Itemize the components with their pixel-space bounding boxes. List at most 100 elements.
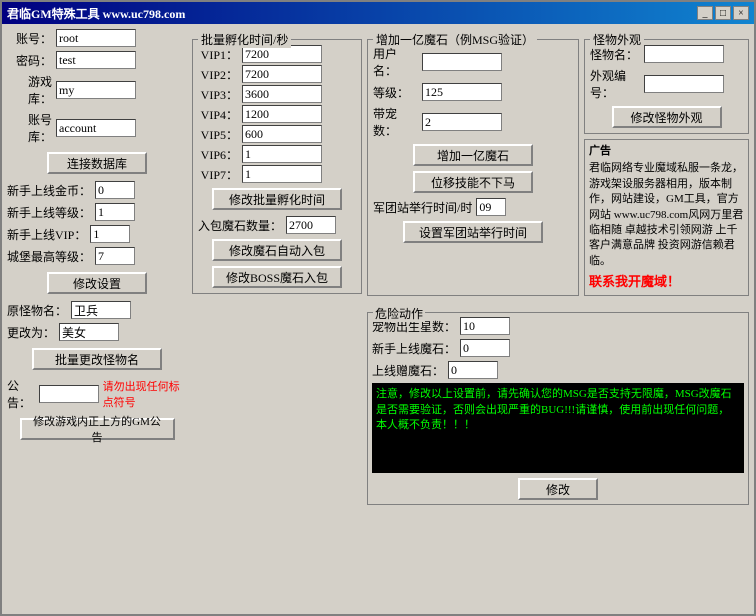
appearance-row: 外观编号： bbox=[590, 67, 743, 101]
monster-section: 怪物外观 怪物名： 外观编号： 修改怪物外观 bbox=[584, 39, 749, 134]
ad-link: 联系我开魔域！ bbox=[589, 273, 744, 291]
new-vip-row: 新手上线VIP： bbox=[7, 225, 187, 243]
magic-count-label: 入包魔石数量： bbox=[198, 217, 282, 234]
magic-count-input[interactable] bbox=[286, 216, 336, 234]
modify-magic-auto-button[interactable]: 修改魔石自动入包 bbox=[212, 239, 342, 261]
danger-section: 危险动作 宠物出生星数： 新手上线魔石： 上线赠魔石： 注意，修改以上设 bbox=[367, 312, 749, 505]
vip-5-label: VIP5： bbox=[198, 126, 238, 143]
title-bar: 君临GM特殊工具 www.uc798.com _ □ × bbox=[2, 2, 754, 24]
army-time-input[interactable] bbox=[476, 198, 506, 216]
new-level-input[interactable] bbox=[95, 203, 135, 221]
password-label: 密码： bbox=[7, 52, 52, 69]
announce-input[interactable] bbox=[39, 385, 99, 403]
vip-3-input[interactable] bbox=[242, 85, 322, 103]
accountdb-label: 账号库： bbox=[7, 111, 52, 145]
vip-row-3: VIP3： bbox=[198, 85, 356, 103]
new-magic-label: 新手上线魔石： bbox=[372, 340, 456, 357]
magic-level-input[interactable] bbox=[422, 83, 502, 101]
vip-rows: VIP1： VIP2： VIP3： VIP4： VIP5： VIP6： VIP7… bbox=[198, 45, 356, 183]
new-level-row: 新手上线等级： bbox=[7, 203, 187, 221]
add-magic-button[interactable]: 增加一亿魔石 bbox=[413, 144, 533, 166]
orig-monster-label: 原怪物名： bbox=[7, 302, 67, 319]
connect-db-button[interactable]: 连接数据库 bbox=[47, 152, 147, 174]
new-magic-row: 新手上线魔石： bbox=[372, 339, 744, 357]
middle-panel: 批量孵化时间/秒 VIP1： VIP2： VIP3： VIP4： VIP5： V… bbox=[192, 29, 362, 609]
magic-username-label: 用户名： bbox=[373, 45, 418, 79]
bottom-area: 危险动作 宠物出生星数： 新手上线魔石： 上线赠魔石： 注意，修改以上设 bbox=[367, 304, 749, 505]
new-gold-label: 新手上线金币： bbox=[7, 182, 91, 199]
maximize-btn[interactable]: □ bbox=[715, 6, 731, 20]
modify-monster-appearance-button[interactable]: 修改怪物外观 bbox=[612, 106, 722, 128]
army-time-label: 军团站举行时间/时 bbox=[373, 199, 472, 216]
magic-section-title: 增加一亿魔石（例MSG验证） bbox=[373, 31, 537, 48]
max-level-row: 城堡最高等级： bbox=[7, 247, 187, 265]
batch-change-btn[interactable]: 批量更改怪物名 bbox=[32, 348, 162, 370]
appearance-label: 外观编号： bbox=[590, 67, 640, 101]
left-panel: 账号： 密码： 游戏库： 账号库： 连接数据库 新手上线金币： bbox=[7, 29, 187, 609]
online-gift-row: 上线赠魔石： bbox=[372, 361, 744, 379]
new-vip-input[interactable] bbox=[90, 225, 130, 243]
danger-modify-button[interactable]: 修改 bbox=[518, 478, 598, 500]
vip-row-4: VIP4： bbox=[198, 105, 356, 123]
batch-hatch-title: 批量孵化时间/秒 bbox=[198, 31, 291, 48]
right-panels: 增加一亿魔石（例MSG验证） 用户名： 等级： 带宠数： 增加一亿魔石 bbox=[367, 29, 749, 609]
modify-announce-button[interactable]: 修改游戏内正上方的GM公告 bbox=[20, 418, 175, 440]
modify-setting-button[interactable]: 修改设置 bbox=[47, 272, 147, 294]
password-input[interactable] bbox=[56, 51, 136, 69]
gamedb-row: 游戏库： bbox=[7, 73, 187, 107]
online-gift-input[interactable] bbox=[448, 361, 498, 379]
new-level-label: 新手上线等级： bbox=[7, 204, 91, 221]
magic-pet-label: 带宠数： bbox=[373, 105, 418, 139]
orig-monster-row: 原怪物名： bbox=[7, 301, 187, 319]
close-btn[interactable]: × bbox=[733, 6, 749, 20]
accountdb-input[interactable] bbox=[56, 119, 136, 137]
vip-row-5: VIP5： bbox=[198, 125, 356, 143]
magic-username-row: 用户名： bbox=[373, 45, 573, 79]
new-magic-input[interactable] bbox=[460, 339, 510, 357]
account-label: 账号： bbox=[7, 30, 52, 47]
new-gold-input[interactable] bbox=[95, 181, 135, 199]
ad-panel: 广告 君临网络专业魔域私服一条龙，游戏架设服务器相用，版本制作，网站建设，GM工… bbox=[584, 139, 749, 296]
announce-row: 公告： 请勿出现任何标点符号 bbox=[7, 377, 187, 411]
gamedb-input[interactable] bbox=[56, 81, 136, 99]
vip-row-6: VIP6： bbox=[198, 145, 356, 163]
vip-3-label: VIP3： bbox=[198, 86, 238, 103]
pet-star-row: 宠物出生星数： bbox=[372, 317, 744, 335]
change-to-label: 更改为： bbox=[7, 324, 55, 341]
vip-6-input[interactable] bbox=[242, 145, 322, 163]
monster-section-title: 怪物外观 bbox=[590, 31, 644, 48]
vip-4-input[interactable] bbox=[242, 105, 322, 123]
modify-boss-magic-button[interactable]: 修改BOSS魔石入包 bbox=[212, 266, 342, 288]
new-gold-row: 新手上线金币： bbox=[7, 181, 187, 199]
vip-4-label: VIP4： bbox=[198, 106, 238, 123]
vip-2-input[interactable] bbox=[242, 65, 322, 83]
main-window: 君临GM特殊工具 www.uc798.com _ □ × 账号： 密码： 游戏库… bbox=[0, 0, 756, 616]
vip-2-label: VIP2： bbox=[198, 66, 238, 83]
pet-star-input[interactable] bbox=[460, 317, 510, 335]
max-level-label: 城堡最高等级： bbox=[7, 248, 91, 265]
warning-text: 注意，修改以上设置前，请先确认您的MSG是否支持无限魔，MSG改魔石是否需要验证… bbox=[376, 388, 732, 431]
change-to-input[interactable] bbox=[59, 323, 119, 341]
account-input[interactable] bbox=[56, 29, 136, 47]
move-skill-button[interactable]: 位移技能不下马 bbox=[413, 171, 533, 193]
magic-username-input[interactable] bbox=[422, 53, 502, 71]
vip-row-2: VIP2： bbox=[198, 65, 356, 83]
vip-7-label: VIP7： bbox=[198, 166, 238, 183]
set-army-button[interactable]: 设置军团站举行时间 bbox=[403, 221, 543, 243]
magic-pet-input[interactable] bbox=[422, 113, 502, 131]
magic-section: 增加一亿魔石（例MSG验证） 用户名： 等级： 带宠数： 增加一亿魔石 bbox=[367, 39, 579, 296]
ad-title: 广告 bbox=[589, 145, 611, 157]
orig-monster-input[interactable] bbox=[71, 301, 131, 319]
max-level-input[interactable] bbox=[95, 247, 135, 265]
vip-row-7: VIP7： bbox=[198, 165, 356, 183]
batch-hatch-group: 批量孵化时间/秒 VIP1： VIP2： VIP3： VIP4： VIP5： V… bbox=[192, 39, 362, 294]
vip-5-input[interactable] bbox=[242, 125, 322, 143]
appearance-input[interactable] bbox=[644, 75, 724, 93]
monster-name-input[interactable] bbox=[644, 45, 724, 63]
window-controls: _ □ × bbox=[697, 6, 749, 20]
minimize-btn[interactable]: _ bbox=[697, 6, 713, 20]
account-row: 账号： bbox=[7, 29, 187, 47]
online-gift-label: 上线赠魔石： bbox=[372, 362, 444, 379]
modify-hatch-button[interactable]: 修改批量孵化时间 bbox=[212, 188, 342, 210]
vip-7-input[interactable] bbox=[242, 165, 322, 183]
